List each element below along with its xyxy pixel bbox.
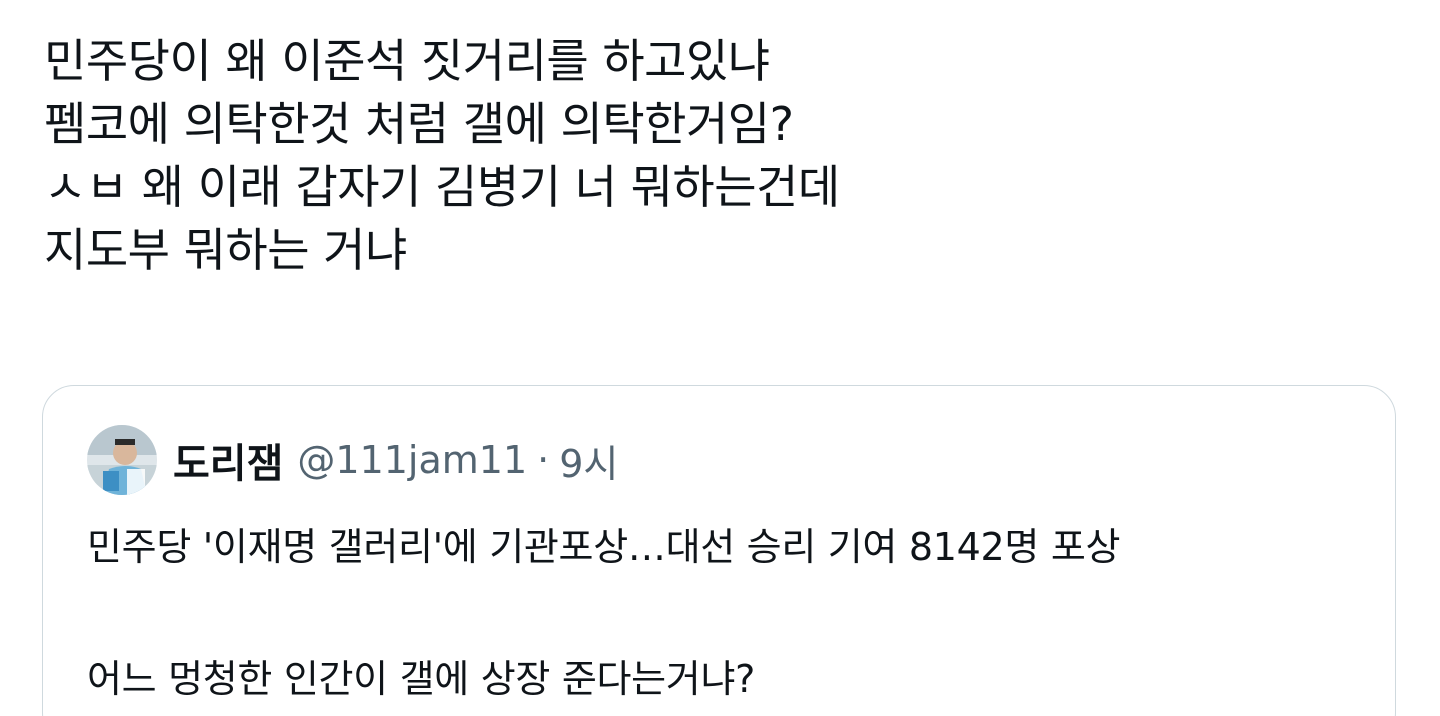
quoted-tweet-line: 어느 멍청한 인간이 갤에 상장 준다는거냐? <box>87 657 755 701</box>
tweet-text: 민주당이 왜 이준석 짓거리를 하고있냐 펨코에 의탁한것 처럼 갤에 의탁한거… <box>44 30 1404 282</box>
quoted-tweet-text: 민주당 '이재명 갤러리'에 기관포상…대선 승리 기여 8142명 포상 어느… <box>87 514 1357 712</box>
author-name[interactable]: 도리잼 <box>173 431 283 489</box>
quoted-tweet-header: 도리잼 @111jam11 · 9시 <box>87 424 618 496</box>
quoted-tweet-line: 민주당 '이재명 갤러리'에 기관포상…대선 승리 기여 8142명 포상 <box>87 525 1121 569</box>
tweet-text-line: 펨코에 의탁한것 처럼 갤에 의탁한거임? <box>44 97 794 151</box>
tweet-text-line: 지도부 뭐하는 거냐 <box>44 223 407 277</box>
profile-photo-icon <box>87 425 157 495</box>
post-time[interactable]: 9시 <box>559 433 618 488</box>
tweet-text-line: 민주당이 왜 이준석 짓거리를 하고있냐 <box>44 34 770 88</box>
separator-dot: · <box>537 438 550 482</box>
avatar[interactable] <box>87 425 157 495</box>
tweet-text-line: ㅅㅂ 왜 이래 갑자기 김병기 너 뭐하는건데 <box>44 160 840 214</box>
author-handle[interactable]: @111jam11 <box>297 438 527 482</box>
quoted-tweet-blank-line <box>87 580 1357 646</box>
quoted-tweet-card[interactable]: 도리잼 @111jam11 · 9시 민주당 '이재명 갤러리'에 기관포상…대… <box>42 385 1396 716</box>
